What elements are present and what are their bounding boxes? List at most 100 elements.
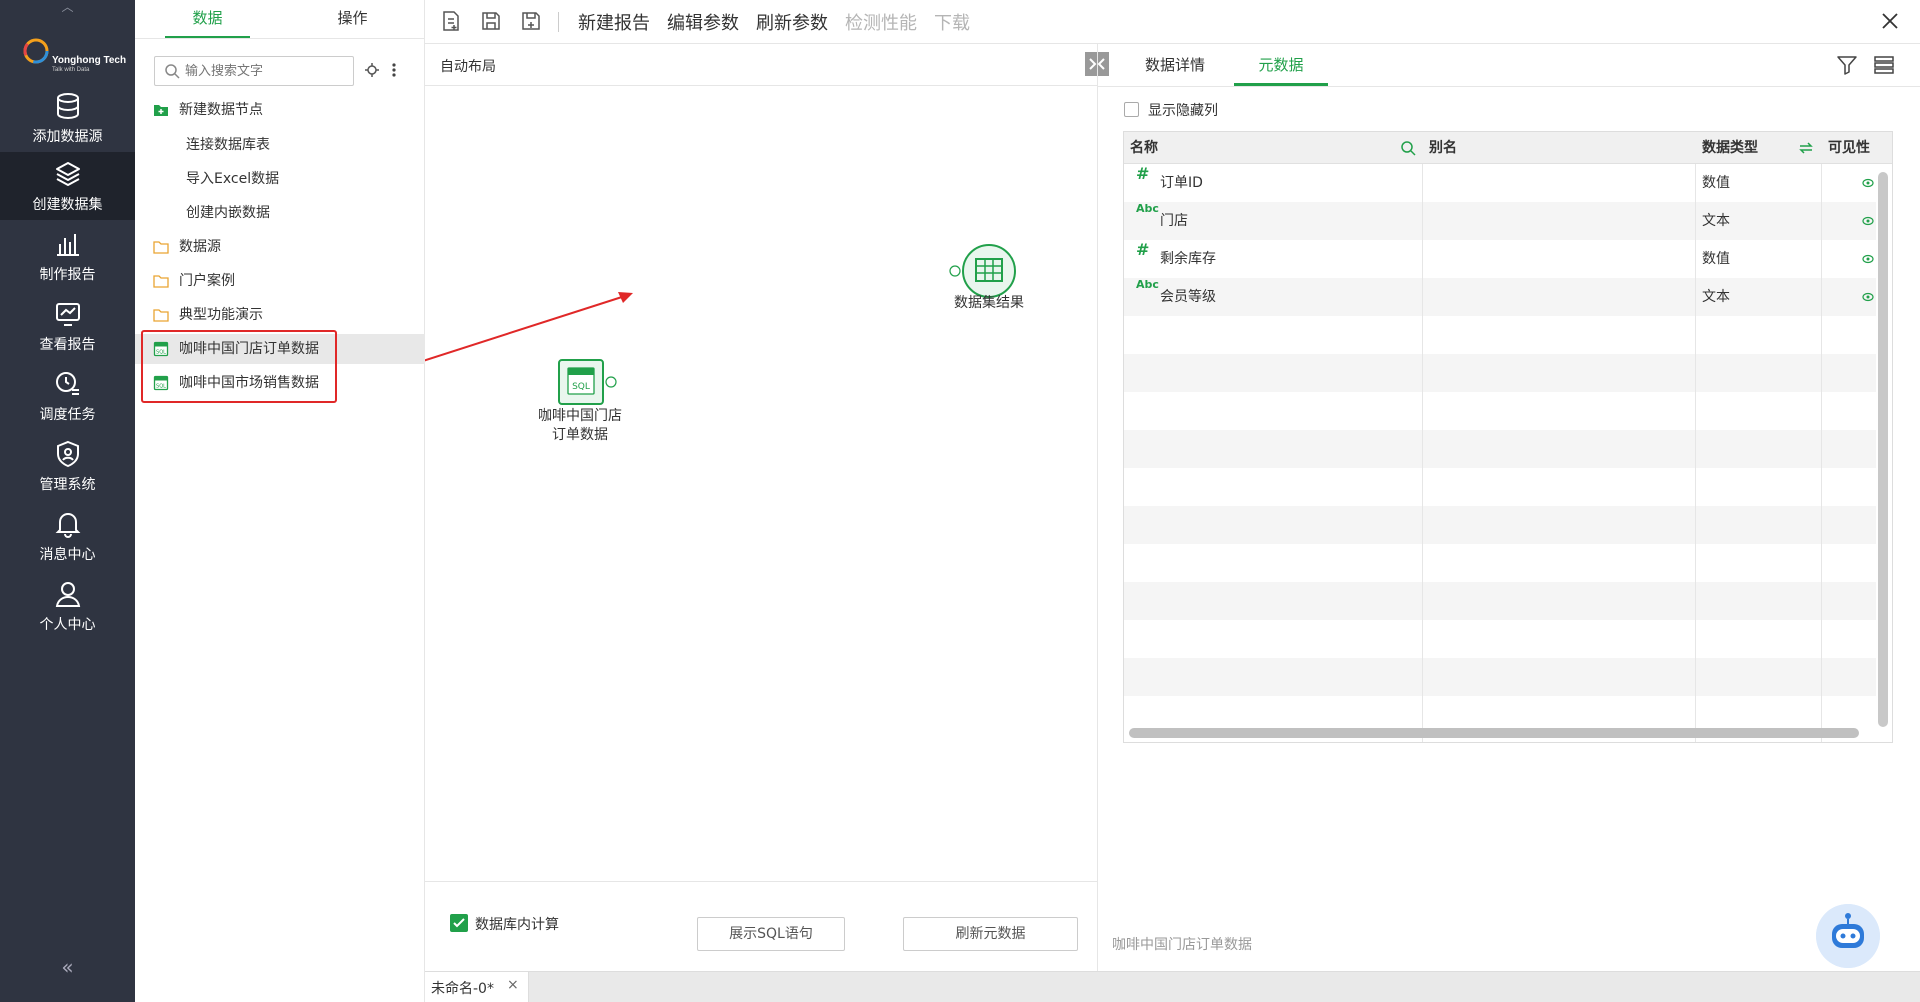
eye-icon[interactable] [1862, 215, 1874, 227]
nav-create-dataset[interactable]: 创建数据集 [0, 152, 135, 220]
tree-item-portal-cases[interactable]: 门户案例 [135, 266, 425, 296]
annotation-highlight-box [141, 330, 337, 403]
column-header-visibility[interactable]: 可见性 [1828, 132, 1870, 164]
database-icon [57, 93, 79, 120]
show-hidden-checkbox[interactable] [1124, 102, 1139, 117]
nav-admin[interactable]: 管理系统 [0, 432, 135, 500]
close-tab-icon[interactable]: × [507, 977, 519, 993]
list-view-icon[interactable] [1873, 54, 1895, 76]
nav-label: 管理系统 [39, 477, 96, 493]
tree-item-datasource[interactable]: 数据源 [135, 232, 425, 262]
empty-row [1124, 582, 1876, 620]
column-divider [1821, 164, 1822, 742]
eye-icon[interactable] [1862, 291, 1874, 303]
table-header: 名称 别名 数据类型 可见性 [1124, 132, 1892, 164]
number-type-icon: # [1136, 164, 1150, 183]
table-row[interactable]: # 订单ID 数值 [1124, 164, 1876, 202]
document-tab-label: 未命名-0* [431, 981, 494, 997]
field-name: 门店 [1160, 213, 1188, 229]
save-as-icon[interactable] [520, 10, 542, 32]
nav-make-report[interactable]: 制作报告 [0, 222, 135, 290]
nav-messages[interactable]: 消息中心 [0, 502, 135, 570]
tree-item-typical-demos[interactable]: 典型功能演示 [135, 300, 425, 330]
tree-item-embedded-data[interactable]: 创建内嵌数据 [135, 198, 425, 228]
check-performance-button[interactable]: 检测性能 [845, 9, 917, 35]
auto-layout-label[interactable]: 自动布局 [440, 56, 496, 76]
field-type[interactable]: 数值 [1702, 164, 1730, 202]
field-type[interactable]: 数值 [1702, 240, 1730, 278]
logo-icon [23, 38, 49, 64]
tree-label: 数据源 [179, 239, 221, 255]
column-header-type[interactable]: 数据类型 [1702, 132, 1758, 164]
table-row[interactable]: # 剩余库存 数值 [1124, 240, 1876, 278]
eye-icon[interactable] [1862, 177, 1874, 189]
toolbar: 新建报告 编辑参数 刷新参数 检测性能 下载 [425, 0, 1920, 44]
edit-params-button[interactable]: 编辑参数 [667, 9, 739, 35]
canvas-drawing: SQL [425, 244, 1016, 405]
empty-row [1124, 658, 1876, 696]
nav-schedule[interactable]: 调度任务 [0, 362, 135, 430]
search-icon[interactable] [1400, 140, 1416, 156]
main-nav: ︿ Yonghong Tech Talk with Data 添加数据源 创建数… [0, 0, 135, 1002]
horizontal-scrollbar[interactable] [1129, 728, 1859, 738]
document-tab-bar: 未命名-0* × [425, 971, 1920, 1002]
column-header-name[interactable]: 名称 [1130, 132, 1158, 164]
refresh-metadata-button[interactable]: 刷新元数据 [903, 917, 1078, 951]
new-report-button[interactable]: 新建报告 [578, 9, 650, 35]
node-label-line: 订单数据 [552, 427, 608, 443]
tab-operations[interactable]: 操作 [280, 0, 425, 38]
folder-icon [153, 241, 169, 254]
tree-item-new-data-node[interactable]: 新建数据节点 [135, 95, 425, 125]
close-icon[interactable] [1878, 9, 1902, 33]
show-hidden-label: 显示隐藏列 [1148, 103, 1218, 119]
field-type[interactable]: 文本 [1702, 202, 1730, 240]
tree-item-import-excel[interactable]: 导入Excel数据 [135, 164, 425, 194]
flow-canvas[interactable]: SQL 咖啡中国门店 订单数据 数据集结果 [425, 86, 1097, 881]
document-tab[interactable]: 未命名-0* × [425, 972, 529, 1002]
column-header-alias[interactable]: 别名 [1429, 132, 1457, 164]
download-button[interactable]: 下载 [934, 9, 970, 35]
refresh-params-button[interactable]: 刷新参数 [756, 9, 828, 35]
vertical-scrollbar[interactable] [1878, 172, 1888, 727]
eye-icon[interactable] [1862, 253, 1874, 265]
bar-chart-icon [57, 234, 79, 256]
shield-user-icon [57, 440, 79, 468]
table-row[interactable]: Abc 会员等级 文本 [1124, 278, 1876, 316]
assistant-robot-icon[interactable] [1816, 904, 1880, 968]
search-icon [165, 64, 180, 79]
nav-view-report[interactable]: 查看报告 [0, 292, 135, 360]
field-type[interactable]: 文本 [1702, 278, 1730, 316]
more-vertical-icon[interactable] [385, 60, 403, 80]
nav-label: 添加数据源 [32, 129, 103, 145]
divider [1098, 86, 1920, 87]
right-panel: 数据详情 元数据 显示隐藏列 名称 别名 数据类型 可见性 # 订单ID 数值 … [1097, 44, 1920, 971]
show-sql-button[interactable]: 展示SQL语句 [697, 917, 845, 951]
table-row[interactable]: Abc 门店 文本 [1124, 202, 1876, 240]
nav-profile[interactable]: 个人中心 [0, 572, 135, 640]
number-type-icon: # [1136, 240, 1150, 259]
locate-icon[interactable] [363, 60, 381, 80]
search-box [154, 56, 354, 86]
swap-icon[interactable] [1798, 140, 1814, 156]
collapse-nav-icon[interactable]: « [0, 955, 135, 979]
empty-row [1124, 468, 1876, 506]
db-calc-label: 数据库内计算 [475, 917, 559, 933]
column-divider [1422, 164, 1423, 742]
tree-item-connect-db[interactable]: 连接数据库表 [135, 130, 425, 160]
tab-metadata[interactable]: 元数据 [1234, 44, 1328, 86]
empty-row [1124, 392, 1876, 430]
tab-data-detail[interactable]: 数据详情 [1136, 44, 1214, 86]
filter-icon[interactable] [1836, 54, 1858, 76]
nav-add-datasource[interactable]: 添加数据源 [0, 84, 135, 152]
empty-row [1124, 620, 1876, 658]
field-name: 订单ID [1160, 175, 1203, 191]
tab-data[interactable]: 数据 [135, 0, 280, 38]
logo-text: Yonghong Tech [52, 55, 127, 66]
new-file-icon[interactable] [440, 10, 462, 32]
save-icon[interactable] [480, 10, 502, 32]
result-node-label[interactable]: 数据集结果 [939, 294, 1039, 313]
search-input[interactable] [185, 61, 345, 81]
sql-node-label[interactable]: 咖啡中国门店 订单数据 [530, 407, 630, 445]
db-calc-checkbox[interactable] [450, 914, 468, 932]
collapse-up-icon[interactable]: ︿ [0, 0, 135, 14]
